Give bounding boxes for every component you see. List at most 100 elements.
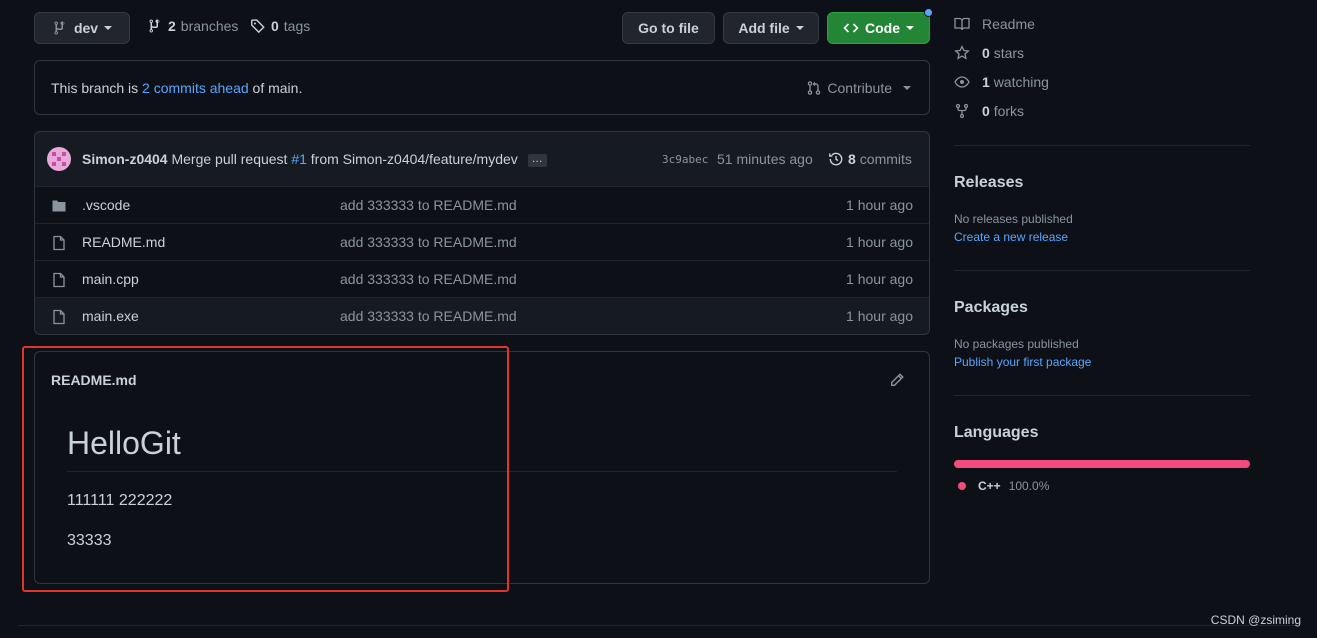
contribute-button[interactable]: Contribute <box>806 80 911 96</box>
chevron-down-icon <box>795 26 804 30</box>
tags-count: 0 <box>271 18 279 34</box>
code-label: Code <box>865 20 900 36</box>
pencil-icon[interactable] <box>889 372 905 388</box>
notification-dot <box>924 8 933 17</box>
file-age: 1 hour ago <box>846 197 913 213</box>
language-dot <box>958 482 966 490</box>
file-icon <box>53 272 65 288</box>
packages-empty-text: No packages published <box>954 337 1079 351</box>
identicon-icon <box>52 152 66 166</box>
sidebar-watching[interactable]: 1 watching <box>954 72 1049 92</box>
readme-link-label: Readme <box>982 16 1035 32</box>
stars-count: 0 <box>982 45 990 61</box>
forks-count: 0 <box>982 103 990 119</box>
stars-label: stars <box>993 45 1025 61</box>
file-commit-message[interactable]: add 333333 to README.md <box>340 197 517 213</box>
file-icon <box>53 309 65 325</box>
sidebar-forks[interactable]: 0 forks <box>954 101 1024 121</box>
file-name[interactable]: README.md <box>82 234 165 250</box>
commits-history-link[interactable]: 8 commits <box>828 151 912 167</box>
releases-title[interactable]: Releases <box>954 174 1023 192</box>
commits-count: 8 <box>848 151 856 167</box>
highlight-box <box>22 346 509 592</box>
language-percent: 100.0% <box>1008 479 1050 493</box>
tags-link[interactable]: 0 tags <box>250 18 310 34</box>
go-to-file-label: Go to file <box>638 20 699 36</box>
tag-icon <box>251 19 265 34</box>
pull-request-link[interactable]: #1 <box>291 151 307 167</box>
fork-icon <box>955 103 969 119</box>
branch-selector-button[interactable]: dev <box>34 12 130 44</box>
sidebar-readme[interactable]: Readme <box>954 14 1035 34</box>
forks-label: forks <box>993 103 1025 119</box>
branch-ahead-text: This branch is 2 commits ahead of main. <box>51 80 302 96</box>
book-icon <box>954 17 970 31</box>
commits-ahead-link[interactable]: 2 commits ahead <box>142 80 249 96</box>
commits-label: commits <box>859 151 912 167</box>
commit-sha[interactable]: 3c9abec <box>662 153 708 166</box>
file-row[interactable]: .vscode add 333333 to README.md 1 hour a… <box>35 186 929 223</box>
commit-expand-button[interactable]: … <box>527 153 547 167</box>
commit-author[interactable]: Simon-z0404 <box>82 151 168 167</box>
sidebar-stars[interactable]: 0 stars <box>954 43 1024 63</box>
file-name[interactable]: main.exe <box>82 308 139 324</box>
language-cpp[interactable]: C++ 100.0% <box>958 479 1049 493</box>
footer-divider <box>18 625 1298 626</box>
avatar[interactable] <box>47 147 71 171</box>
tags-label: tags <box>283 18 311 34</box>
watermark: CSDN @zsiming <box>1210 613 1301 627</box>
file-commit-message[interactable]: add 333333 to README.md <box>340 308 517 324</box>
languages-title: Languages <box>954 424 1039 441</box>
file-age: 1 hour ago <box>846 271 913 287</box>
eye-icon <box>954 76 970 88</box>
file-icon <box>53 235 65 251</box>
commit-message: Simon-z0404 Merge pull request #1 from S… <box>82 151 547 167</box>
history-icon <box>829 152 843 166</box>
branch-name: dev <box>73 20 99 36</box>
go-to-file-button[interactable]: Go to file <box>622 12 715 44</box>
file-name[interactable]: main.cpp <box>82 271 139 287</box>
star-icon <box>954 45 970 60</box>
sidebar-divider <box>954 270 1250 271</box>
code-button[interactable]: Code <box>827 12 930 44</box>
branches-label: branches <box>180 18 239 34</box>
language-name: C++ <box>978 479 1001 493</box>
file-commit-message[interactable]: add 333333 to README.md <box>340 234 517 250</box>
file-name[interactable]: .vscode <box>82 197 130 213</box>
commit-msg-part2[interactable]: from Simon-z0404/feature/mydev <box>311 151 518 167</box>
commit-msg-part1[interactable]: Merge pull request <box>171 151 287 167</box>
language-bar <box>954 460 1250 468</box>
chevron-down-icon <box>906 26 914 30</box>
contribute-label: Contribute <box>827 80 892 96</box>
releases-empty-text: No releases published <box>954 212 1073 226</box>
sidebar-divider <box>954 145 1250 146</box>
ahead-suffix: of main. <box>252 80 303 96</box>
file-row[interactable]: main.exe add 333333 to README.md 1 hour … <box>35 297 929 334</box>
chevron-down-icon <box>104 26 113 30</box>
folder-icon <box>52 200 66 212</box>
code-icon <box>843 23 859 33</box>
branches-count: 2 <box>168 18 176 34</box>
file-row[interactable]: main.cpp add 333333 to README.md 1 hour … <box>35 260 929 297</box>
publish-package-link[interactable]: Publish your first package <box>954 355 1091 369</box>
file-commit-message[interactable]: add 333333 to README.md <box>340 271 517 287</box>
git-branch-icon <box>54 21 65 35</box>
branch-ahead-box: This branch is 2 commits ahead of main. … <box>34 60 930 115</box>
chevron-down-icon <box>903 86 911 90</box>
create-release-link[interactable]: Create a new release <box>954 230 1068 244</box>
watching-label: watching <box>993 74 1049 90</box>
git-branch-icon <box>149 19 160 33</box>
watching-count: 1 <box>982 74 990 90</box>
language-bar-fill-cpp <box>954 460 1250 468</box>
ahead-prefix: This branch is <box>51 80 139 96</box>
file-age: 1 hour ago <box>846 308 913 324</box>
latest-commit-bar: Simon-z0404 Merge pull request #1 from S… <box>35 132 929 186</box>
add-file-button[interactable]: Add file <box>723 12 819 44</box>
packages-title[interactable]: Packages <box>954 299 1028 317</box>
sidebar-divider <box>954 395 1250 396</box>
file-row[interactable]: README.md add 333333 to README.md 1 hour… <box>35 223 929 260</box>
pull-request-icon <box>808 81 821 95</box>
branches-link[interactable]: 2 branches <box>147 18 238 34</box>
file-age: 1 hour ago <box>846 234 913 250</box>
commit-time: 51 minutes ago <box>717 151 813 167</box>
